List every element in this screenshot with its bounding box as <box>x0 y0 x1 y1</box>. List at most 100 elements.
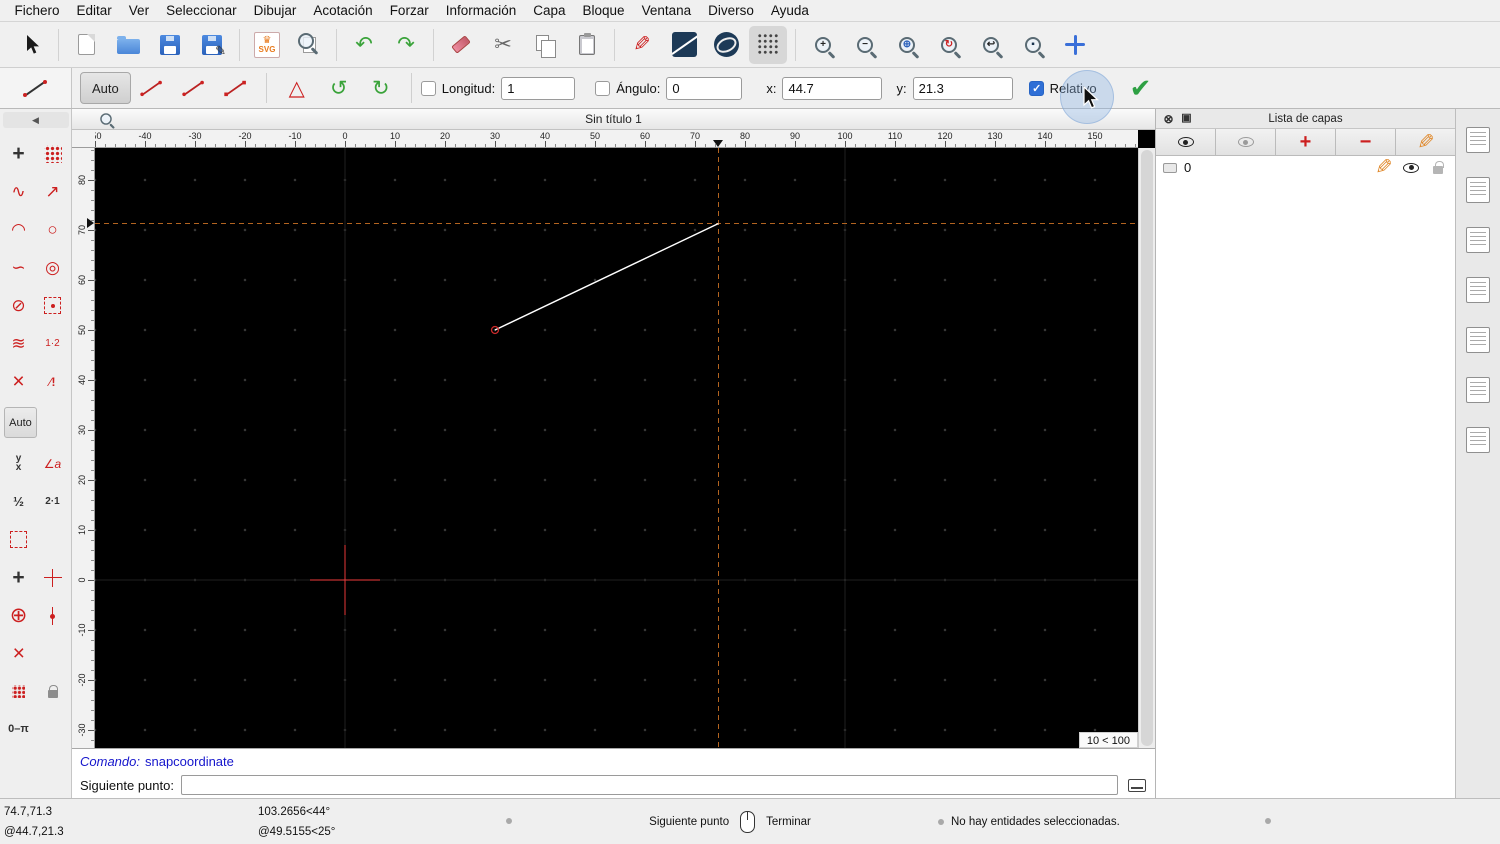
dock-command-widget-button[interactable] <box>1463 325 1493 355</box>
cross-tool-button[interactable]: × <box>2 365 35 398</box>
edit-layer-attributes-button[interactable]: ✎ <box>1374 156 1394 179</box>
zoom-pan-button[interactable] <box>1056 26 1094 64</box>
menu-capa[interactable]: Capa <box>525 0 574 22</box>
undo-segment-button[interactable]: ↺ <box>318 70 360 106</box>
x-input[interactable] <box>782 76 883 100</box>
menu-diverso[interactable]: Diverso <box>700 0 763 22</box>
dock-layer-list-button[interactable] <box>1463 225 1493 255</box>
longitud-checkbox[interactable] <box>420 80 436 96</box>
y-input[interactable] <box>912 76 1013 100</box>
menu-acotacion[interactable]: Acotación <box>305 0 381 22</box>
command-fullscreen-button[interactable] <box>1125 775 1149 795</box>
menu-seleccionar[interactable]: Seleccionar <box>158 0 246 22</box>
menu-editar[interactable]: Editar <box>68 0 120 22</box>
zoom-window-button[interactable]: ▪ <box>1014 26 1052 64</box>
menu-ver[interactable]: Ver <box>120 0 157 22</box>
freehand-tool-button[interactable]: ≋ <box>2 327 35 360</box>
point-tool-button[interactable]: + <box>2 137 35 170</box>
snap-distance-tool-button[interactable]: 2·1 <box>36 485 69 518</box>
drawing-canvas[interactable]: 10 < 100 <box>95 148 1138 748</box>
menu-dibujar[interactable]: Dibujar <box>245 0 305 22</box>
snap-angle-tool-button[interactable]: ∠a <box>36 447 69 480</box>
collapse-left-panel-button[interactable]: ◀ <box>2 112 69 128</box>
layer-visibility-button[interactable] <box>1401 158 1421 178</box>
save-as-button[interactable]: ✎ <box>193 26 231 64</box>
angulo-input[interactable] <box>666 76 743 100</box>
grid-toggle-button[interactable] <box>749 25 787 64</box>
modify-layer-button[interactable]: ✎ <box>1396 129 1455 155</box>
zoom-out-button[interactable]: − <box>846 26 884 64</box>
menu-fichero[interactable]: Fichero <box>6 0 68 22</box>
print-preview-button[interactable] <box>290 26 328 64</box>
new-document-button[interactable] <box>67 26 105 64</box>
zoom-previous-button[interactable]: ↩ <box>972 26 1010 64</box>
dock-block-list-button[interactable] <box>1463 175 1493 205</box>
snap-coordinate-tool-button[interactable]: yx <box>2 447 35 480</box>
snap-middle-tool-button[interactable]: ½ <box>2 485 35 518</box>
draw-line-panel-button[interactable] <box>665 26 703 64</box>
draw-ellipse-panel-button[interactable] <box>707 26 745 64</box>
angulo-checkbox[interactable] <box>595 80 611 96</box>
construction-line-tool-button[interactable]: ∕! <box>36 365 69 398</box>
close-polygon-button[interactable]: △ <box>276 70 318 106</box>
menu-ventana[interactable]: Ventana <box>633 0 700 22</box>
snap-free-tool-button[interactable]: + <box>2 561 35 594</box>
rect-region-tool-button[interactable] <box>36 289 69 322</box>
dock-pen-palette-button[interactable] <box>1463 125 1493 155</box>
undo-button[interactable]: ↶ <box>345 26 383 64</box>
snap-center-tool-button[interactable]: ⊕ <box>2 599 35 632</box>
line-arrow-button[interactable] <box>215 70 257 106</box>
snap-auto-button[interactable]: Auto <box>4 407 37 438</box>
spline-tool-button[interactable]: ∽ <box>2 251 35 284</box>
polyline-node-tool-button[interactable]: ∿ <box>2 175 35 208</box>
snap-grid-tool-button[interactable] <box>36 561 69 594</box>
snap-region-tool-button[interactable] <box>2 523 35 556</box>
snap-on-entity-tool-button[interactable] <box>2 675 35 708</box>
remove-layer-button[interactable]: − <box>1336 129 1396 155</box>
zoom-in-button[interactable]: + <box>804 26 842 64</box>
copy-button[interactable] <box>526 26 564 64</box>
zoom-redraw-button[interactable]: ↻ <box>930 26 968 64</box>
menu-ayuda[interactable]: Ayuda <box>762 0 817 22</box>
export-svg-button[interactable]: ♛ SVG <box>248 26 286 64</box>
points-matrix-tool-button[interactable] <box>36 137 69 170</box>
panel-float-button[interactable]: ▣ <box>1178 110 1195 127</box>
line-normal-button[interactable] <box>131 70 173 106</box>
edit-entity-button[interactable]: ✎ <box>623 26 661 64</box>
open-document-button[interactable] <box>109 26 147 64</box>
redo-button[interactable]: ↷ <box>387 26 425 64</box>
hide-all-layers-button[interactable] <box>1216 129 1276 155</box>
circle-center-tool-button[interactable]: ◎ <box>36 251 69 284</box>
line-two-points-tool-button[interactable]: ↗ <box>36 175 69 208</box>
dock-notes-button[interactable] <box>1463 425 1493 455</box>
show-all-layers-button[interactable] <box>1156 129 1216 155</box>
zoom-auto-button[interactable]: ⊕ <box>888 26 926 64</box>
longitud-input[interactable] <box>501 76 576 100</box>
draw-order-tool-button[interactable]: 1·2 <box>36 327 69 360</box>
restrict-vertical-tool-button[interactable] <box>36 599 69 632</box>
circle-tool-button[interactable]: ○ <box>36 213 69 246</box>
paste-button[interactable] <box>568 26 606 64</box>
set-relative-zero-tool-button[interactable]: 0–π <box>2 713 35 746</box>
erase-button[interactable] <box>442 26 480 64</box>
menu-informacion[interactable]: Información <box>437 0 525 22</box>
menu-forzar[interactable]: Forzar <box>381 0 437 22</box>
arc-tool-button[interactable]: ◠ <box>2 213 35 246</box>
lock-relative-zero-tool-button[interactable] <box>36 675 69 708</box>
snap-intersection-tool-button[interactable]: × <box>2 637 35 670</box>
layer-row[interactable]: 0 ✎ <box>1156 156 1455 179</box>
active-tool-indicator[interactable] <box>0 68 72 108</box>
snap-auto-dropdown[interactable]: Auto <box>80 72 131 104</box>
dock-library-browser-button[interactable] <box>1463 275 1493 305</box>
cut-button[interactable]: ✂ <box>484 26 522 64</box>
select-button[interactable] <box>12 26 50 64</box>
redo-segment-button[interactable]: ↻ <box>360 70 402 106</box>
menu-bloque[interactable]: Bloque <box>574 0 633 22</box>
vertical-scrollbar[interactable] <box>1138 148 1155 748</box>
confirm-button[interactable]: ✔ <box>1119 70 1163 106</box>
layer-lock-button[interactable] <box>1428 158 1448 178</box>
save-button[interactable] <box>151 26 189 64</box>
line-bidirectional-button[interactable] <box>173 70 215 106</box>
panel-close-button[interactable]: ⊗ <box>1160 110 1177 127</box>
dock-entity-filter-button[interactable] <box>1463 375 1493 405</box>
